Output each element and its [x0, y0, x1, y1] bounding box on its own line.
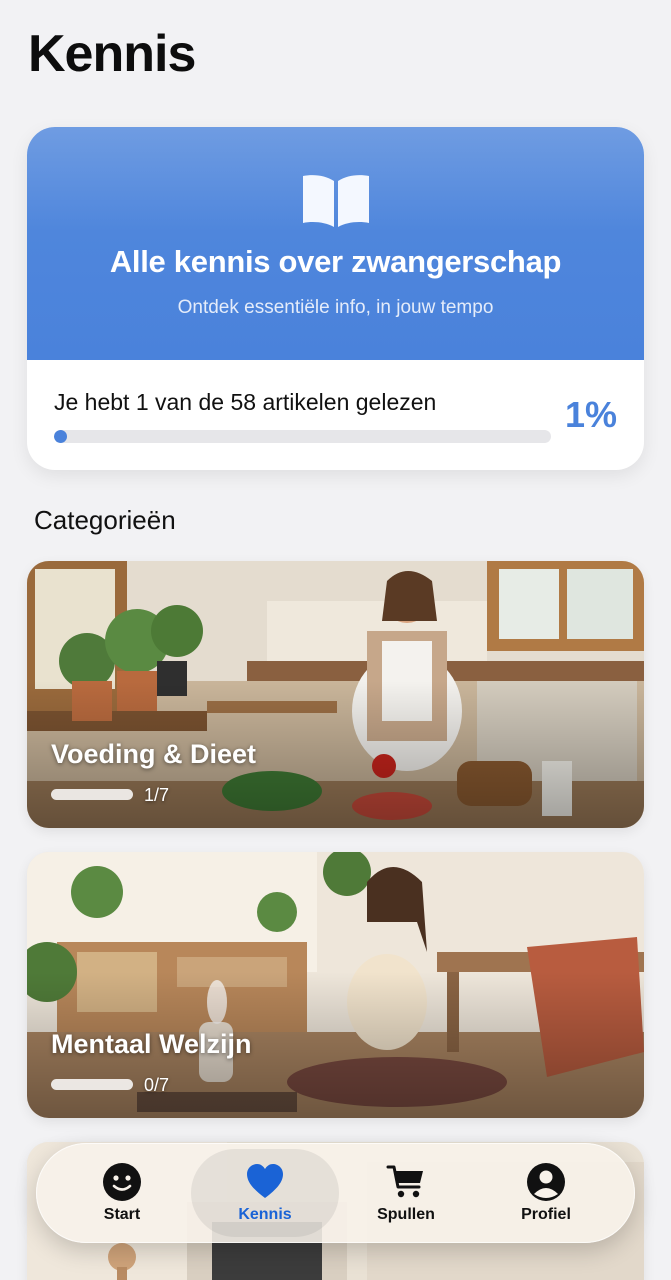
section-title-categories: Categorieën — [34, 505, 176, 535]
progress-bar — [54, 430, 551, 443]
category-progress-bar — [51, 1079, 133, 1090]
progress-text: Je hebt 1 van de 58 artikelen gelezen — [54, 389, 437, 415]
category-progress-bar — [51, 789, 133, 800]
tab-label: Kennis — [238, 1206, 292, 1223]
progress-percent: 1% — [564, 394, 617, 435]
heart-icon — [247, 1164, 283, 1198]
tab-start[interactable]: Start — [48, 1149, 196, 1237]
hero-title: Alle kennis over zwangerschap — [109, 244, 562, 279]
category-card-mental-wellbeing[interactable]: Mentaal Welzijn 0/7 — [27, 852, 644, 1118]
tab-spullen[interactable]: Spullen — [332, 1149, 480, 1237]
category-title: Voeding & Dieet — [51, 739, 257, 769]
hero-subtitle: Ontdek essentiële info, in jouw tempo — [177, 297, 494, 318]
cart-icon — [386, 1165, 423, 1198]
tab-label: Spullen — [377, 1206, 435, 1223]
tab-label: Start — [103, 1206, 141, 1223]
category-card-nutrition[interactable]: Voeding & Dieet 1/7 — [27, 561, 644, 828]
person-circle-icon — [527, 1163, 565, 1201]
category-count: 1/7 — [144, 785, 170, 805]
page-title: Kennis — [28, 25, 196, 83]
progress-bar-fill — [54, 430, 67, 443]
smiley-icon — [103, 1163, 141, 1201]
reading-progress: Je hebt 1 van de 58 artikelen gelezen 1% — [27, 360, 644, 470]
tab-label: Profiel — [521, 1206, 571, 1223]
hero-banner: Alle kennis over zwangerschap Ontdek ess… — [27, 127, 644, 360]
tab-kennis[interactable]: Kennis — [191, 1149, 339, 1237]
knowledge-overview-card[interactable]: Alle kennis over zwangerschap Ontdek ess… — [27, 127, 644, 470]
tab-bar: Start Kennis Spullen Profiel — [36, 1143, 635, 1243]
tab-profiel[interactable]: Profiel — [472, 1149, 620, 1237]
category-count: 0/7 — [144, 1075, 170, 1095]
category-title: Mentaal Welzijn — [51, 1029, 252, 1059]
book-open-icon — [302, 175, 369, 227]
